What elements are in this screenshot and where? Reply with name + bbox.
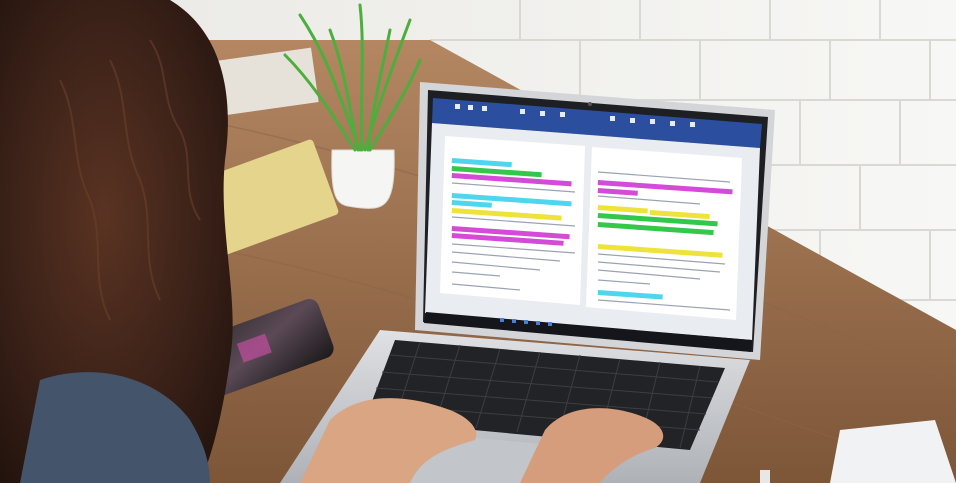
photo-scene [0,0,956,483]
pen [760,470,770,483]
white-notebook [830,420,956,483]
laptop-screen [424,98,762,352]
webcam [588,102,592,106]
person [0,0,233,483]
